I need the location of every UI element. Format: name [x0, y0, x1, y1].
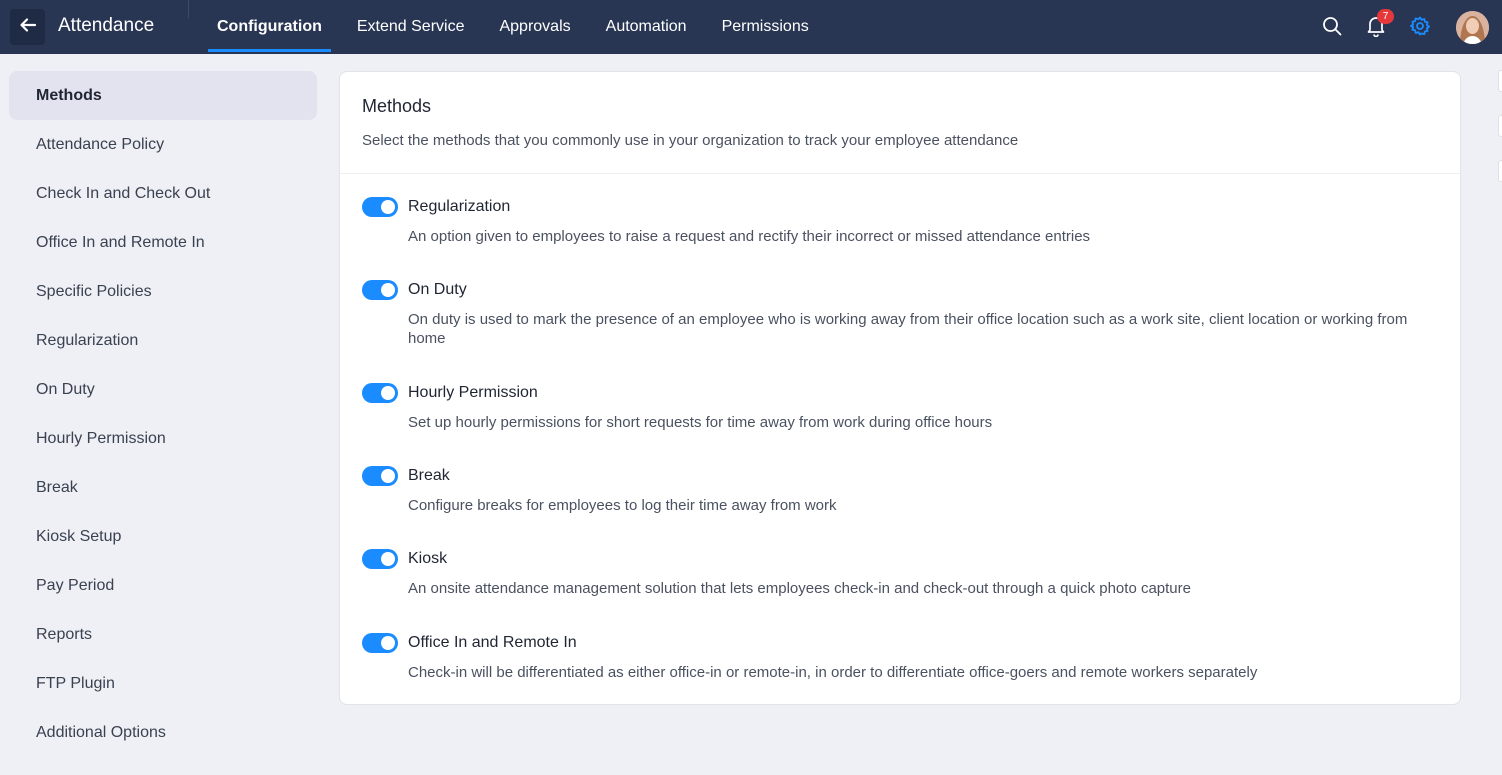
tab-automation[interactable]: Automation — [606, 0, 687, 54]
page-title: Methods — [362, 96, 432, 116]
edge-widget — [1498, 115, 1502, 137]
sidebar-item-reports[interactable]: Reports — [9, 610, 317, 659]
method-name: Hourly Permission — [408, 384, 538, 401]
edge-widget — [1498, 160, 1502, 182]
method-description: Set up hourly permissions for short requ… — [408, 414, 993, 431]
office-in-remote-in-toggle[interactable] — [362, 633, 398, 653]
header-divider — [340, 173, 1460, 174]
sidebar-item-hourly-permission[interactable]: Hourly Permission — [9, 414, 317, 463]
sidebar-item-break[interactable]: Break — [9, 463, 317, 512]
method-description: An option given to employees to raise a … — [408, 228, 1091, 245]
break-toggle[interactable] — [362, 466, 398, 486]
back-button[interactable] — [10, 9, 45, 45]
method-description: Configure breaks for employees to log th… — [408, 497, 837, 514]
sidebar-item-on-duty[interactable]: On Duty — [9, 365, 317, 414]
sidebar-item-check-in-and-check-out[interactable]: Check In and Check Out — [9, 169, 317, 218]
top-navigation-bar: Attendance Configuration Extend Service … — [0, 0, 1502, 54]
sidebar-item-pay-period[interactable]: Pay Period — [9, 561, 317, 610]
method-description: On duty is used to mark the presence of … — [408, 311, 1408, 347]
method-name: Regularization — [408, 198, 511, 215]
page-description: Select the methods that you commonly use… — [362, 132, 1019, 149]
method-name: Break — [408, 467, 450, 484]
search-icon[interactable] — [1320, 14, 1344, 38]
kiosk-toggle[interactable] — [362, 549, 398, 569]
tab-approvals[interactable]: Approvals — [499, 0, 570, 54]
settings-sidebar: Methods Attendance Policy Check In and C… — [9, 71, 317, 757]
methods-card: Methods Select the methods that you comm… — [339, 71, 1461, 705]
sidebar-item-ftp-plugin[interactable]: FTP Plugin — [9, 659, 317, 708]
on-duty-toggle[interactable] — [362, 280, 398, 300]
method-name: Office In and Remote In — [408, 634, 577, 651]
edge-widget — [1498, 70, 1502, 92]
method-description: Check-in will be differentiated as eithe… — [408, 664, 1258, 681]
sidebar-item-regularization[interactable]: Regularization — [9, 316, 317, 365]
regularization-toggle[interactable] — [362, 197, 398, 217]
sidebar-item-additional-options[interactable]: Additional Options — [9, 708, 317, 757]
gear-icon[interactable] — [1408, 14, 1432, 38]
back-arrow-icon — [19, 16, 37, 39]
tab-configuration[interactable]: Configuration — [208, 0, 331, 54]
method-name: On Duty — [408, 281, 467, 298]
hourly-permission-toggle[interactable] — [362, 383, 398, 403]
sidebar-item-methods[interactable]: Methods — [9, 71, 317, 120]
tab-permissions[interactable]: Permissions — [722, 0, 809, 54]
notification-badge: 7 — [1377, 9, 1394, 24]
sidebar-item-specific-policies[interactable]: Specific Policies — [9, 267, 317, 316]
main-tabs: Configuration Extend Service Approvals A… — [208, 0, 844, 54]
method-description: An onsite attendance management solution… — [408, 580, 1191, 597]
app-title: Attendance — [58, 15, 155, 36]
sidebar-item-office-in-and-remote-in[interactable]: Office In and Remote In — [9, 218, 317, 267]
header-divider — [188, 0, 189, 18]
tab-extend-service[interactable]: Extend Service — [357, 0, 465, 54]
avatar[interactable] — [1456, 11, 1489, 44]
sidebar-item-attendance-policy[interactable]: Attendance Policy — [9, 120, 317, 169]
method-name: Kiosk — [408, 550, 448, 567]
sidebar-item-kiosk-setup[interactable]: Kiosk Setup — [9, 512, 317, 561]
